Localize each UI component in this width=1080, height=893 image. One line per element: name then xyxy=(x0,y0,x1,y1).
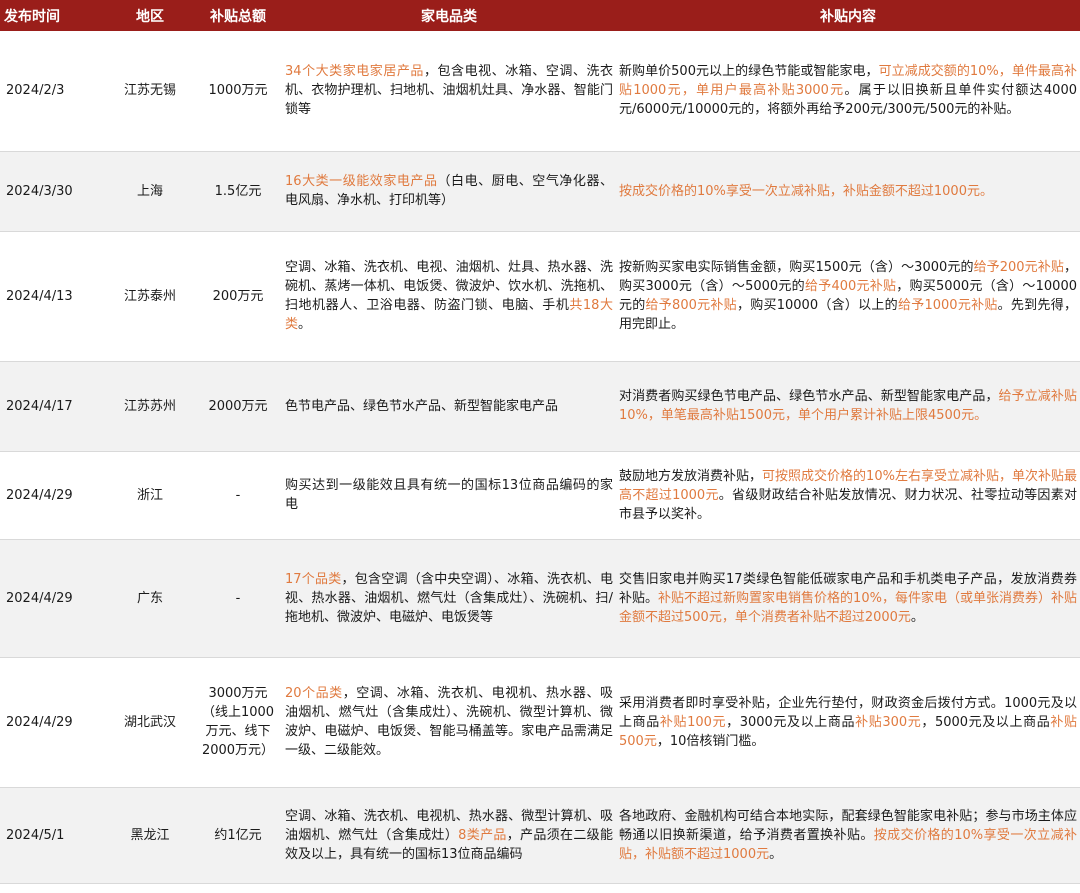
text-segment: 色节电产品、绿色节水产品、新型智能家电产品 xyxy=(285,398,559,414)
header-date: 发布时间 xyxy=(0,0,106,31)
cell-date: 2024/4/29 xyxy=(0,657,106,788)
table-row: 2024/4/17 江苏苏州 2000万元 色节电产品、绿色节水产品、新型智能家电产品… xyxy=(0,361,1080,452)
text-segment: 新购单价500元以上的绿色节能或智能家电， xyxy=(619,64,879,80)
cell-amount: 约1亿元 xyxy=(194,787,282,884)
highlight-text: 给予800元补贴 xyxy=(645,298,737,313)
text-segment: 按新购买家电实际销售金额，购买1500元（含）～3000元的 xyxy=(619,260,974,275)
cell-date: 2024/4/17 xyxy=(0,361,106,452)
header-amount: 补贴总额 xyxy=(194,0,282,31)
cell-date: 2024/4/29 xyxy=(0,451,106,540)
cell-amount: 1.5亿元 xyxy=(194,151,282,232)
cell-content: 鼓励地方发放消费补贴，可按照成交价格的10%左右享受立减补贴，单次补贴最高不超过… xyxy=(616,451,1080,540)
table-row: 2024/4/29 广东 -17个品类，包含空调（含中央空调）、冰箱、洗衣机、电视、… xyxy=(0,539,1080,658)
text-segment: ，3000元及以上商品 xyxy=(726,714,856,730)
cell-category: 34个大类家电家居产品，包含电视、冰箱、空调、洗衣机、衣物护理机、扫地机、油烟机… xyxy=(282,31,616,152)
text-segment: 。 xyxy=(298,317,312,332)
header-content: 补贴内容 xyxy=(616,0,1080,31)
cell-content: 各地政府、金融机构可结合本地实际，配套绿色智能家电补贴；参与市场主体应畅通以旧换… xyxy=(616,787,1080,884)
text-segment: 。 xyxy=(769,846,783,862)
table-row: 2024/4/29 湖北武汉 3000万元（线上1000万元、线下2000万元） 20… xyxy=(0,657,1080,788)
cell-category: 购买达到一级能效且具有统一的国标13位商品编码的家电 xyxy=(282,451,616,540)
cell-region: 上海 xyxy=(106,151,194,232)
cell-region: 江苏泰州 xyxy=(106,231,194,362)
text-segment: ，购买10000（含）以上的 xyxy=(736,298,898,313)
cell-region: 浙江 xyxy=(106,451,194,540)
table-row: 2024/5/1 黑龙江 约1亿元 空调、冰箱、洗衣机、电视机、热水器、微型计算机、吸… xyxy=(0,787,1080,884)
subsidy-policy-table: 发布时间 地区 补贴总额 家电品类 补贴内容 2024/2/3 江苏无锡 1000万… xyxy=(0,0,1080,884)
highlight-text: 16大类一级能效家电产品 xyxy=(285,174,438,189)
highlight-text: 给予400元补贴 xyxy=(804,279,897,294)
cell-date: 2024/5/1 xyxy=(0,787,106,884)
cell-category: 17个品类，包含空调（含中央空调）、冰箱、洗衣机、电视、热水器、油烟机、燃气灶（… xyxy=(282,539,616,658)
header-category: 家电品类 xyxy=(282,0,616,31)
highlight-text: 给予200元补贴 xyxy=(973,260,1064,275)
cell-amount: 2000万元 xyxy=(194,361,282,452)
highlight-text: 34个大类家电家居产品 xyxy=(285,64,424,80)
cell-region: 湖北武汉 xyxy=(106,657,194,788)
highlight-text: 17个品类 xyxy=(285,571,342,587)
cell-date: 2024/4/29 xyxy=(0,539,106,658)
table-row: 2024/2/3 江苏无锡 1000万元 34个大类家电家居产品，包含电视、冰箱、空调… xyxy=(0,31,1080,152)
cell-region: 广东 xyxy=(106,539,194,658)
highlight-text: 按成交价格的10%享受一次立减补贴，补贴金额不超过1000元。 xyxy=(619,183,993,199)
cell-amount: 200万元 xyxy=(194,231,282,362)
cell-category: 色节电产品、绿色节水产品、新型智能家电产品 xyxy=(282,361,616,452)
header-region: 地区 xyxy=(106,0,194,31)
highlight-text: 补贴300元 xyxy=(855,714,922,730)
text-segment: 。 xyxy=(910,609,924,625)
cell-content: 采用消费者即时享受补贴，企业先行垫付，财政资金后拨付方式。1000元及以上商品补… xyxy=(616,657,1080,788)
cell-category: 空调、冰箱、洗衣机、电视机、热水器、微型计算机、吸油烟机、燃气灶（含集成灶）8类… xyxy=(282,787,616,884)
cell-category: 16大类一级能效家电产品（白电、厨电、空气净化器、电风扇、净水机、打印机等） xyxy=(282,151,616,232)
highlight-text: 补贴不超过新购置家电销售价格的10%，每件家电（或单张消费券）补贴金额不超过50… xyxy=(619,590,1077,625)
highlight-text: 给予1000元补贴 xyxy=(897,298,998,313)
cell-amount: - xyxy=(194,451,282,540)
text-segment: 购买达到一级能效且具有统一的国标13位商品编码的家电 xyxy=(285,478,613,512)
highlight-text: 补贴100元 xyxy=(659,714,727,730)
cell-content: 按成交价格的10%享受一次立减补贴，补贴金额不超过1000元。 xyxy=(616,151,1080,232)
cell-amount: - xyxy=(194,539,282,658)
text-segment: ，5000元及以上商品 xyxy=(921,714,1051,730)
text-segment: ，10倍核销门槛。 xyxy=(656,733,765,749)
table-row: 2024/4/29 浙江 - 购买达到一级能效且具有统一的国标13位商品编码的家电 鼓励… xyxy=(0,451,1080,540)
highlight-text: 20个品类 xyxy=(285,686,343,701)
cell-region: 江苏无锡 xyxy=(106,31,194,152)
table-row: 2024/3/30 上海 1.5亿元 16大类一级能效家电产品（白电、厨电、空气净化器… xyxy=(0,151,1080,232)
cell-category: 20个品类，空调、冰箱、洗衣机、电视机、热水器、吸油烟机、燃气灶（含集成灶）、洗… xyxy=(282,657,616,788)
text-segment: 空调、冰箱、洗衣机、电视、油烟机、灶具、热水器、洗碗机、蒸烤一体机、电饭煲、微波… xyxy=(285,260,613,313)
cell-region: 江苏苏州 xyxy=(106,361,194,452)
cell-category: 空调、冰箱、洗衣机、电视、油烟机、灶具、热水器、洗碗机、蒸烤一体机、电饭煲、微波… xyxy=(282,231,616,362)
text-segment: 对消费者购买绿色节电产品、绿色节水产品、新型智能家电产品， xyxy=(619,389,999,404)
cell-amount: 1000万元 xyxy=(194,31,282,152)
cell-date: 2024/4/13 xyxy=(0,231,106,362)
cell-date: 2024/3/30 xyxy=(0,151,106,232)
cell-content: 按新购买家电实际销售金额，购买1500元（含）～3000元的给予200元补贴 ，购… xyxy=(616,231,1080,362)
cell-content: 对消费者购买绿色节电产品、绿色节水产品、新型智能家电产品，给予立减补贴10%，单… xyxy=(616,361,1080,452)
table-row: 2024/4/13 江苏泰州 200万元 空调、冰箱、洗衣机、电视、油烟机、灶具、热水… xyxy=(0,231,1080,362)
cell-content: 新购单价500元以上的绿色节能或智能家电，可立减成交额的10%，单件最高补贴10… xyxy=(616,31,1080,152)
highlight-text: 8类产品 xyxy=(458,827,507,843)
cell-amount: 3000万元（线上1000万元、线下2000万元） xyxy=(194,657,282,788)
cell-content: 交售旧家电并购买17类绿色智能低碳家电产品和手机类电子产品，发放消费券补贴。补贴… xyxy=(616,539,1080,658)
text-segment: 鼓励地方发放消费补贴， xyxy=(619,468,763,484)
cell-date: 2024/2/3 xyxy=(0,31,106,152)
table-header-row: 发布时间 地区 补贴总额 家电品类 补贴内容 xyxy=(0,0,1080,31)
cell-region: 黑龙江 xyxy=(106,787,194,884)
